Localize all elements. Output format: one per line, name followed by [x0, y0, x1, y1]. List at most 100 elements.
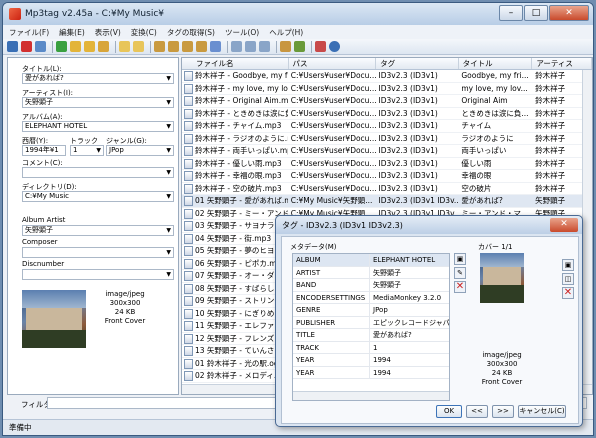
next-button[interactable]: >>	[492, 405, 514, 418]
dialog-body: メタデータ(M) ALBUM ELEPHANT HOTEL ARTIST 矢野顕子 BA…	[281, 236, 579, 424]
metadata-value: 1994	[373, 356, 391, 364]
metadata-row[interactable]: YEAR 1994	[293, 366, 449, 379]
menu-help[interactable]: ヘルプ(H)	[269, 27, 303, 38]
help-icon[interactable]	[329, 41, 340, 52]
save-cover-icon[interactable]: ◫	[562, 273, 574, 285]
table-row[interactable]: 鈴木祥子 - 空の破片.mp3 C:¥Users¥user¥Docu... ID3v…	[182, 183, 592, 195]
audio-file-icon	[184, 121, 193, 131]
discogs-icon[interactable]	[280, 41, 291, 52]
save-icon[interactable]	[7, 41, 18, 52]
audio-file-icon	[184, 196, 193, 206]
maximize-button[interactable]: □	[524, 5, 548, 21]
musicbrainz-icon[interactable]	[294, 41, 305, 52]
tag-to-filename-icon[interactable]	[154, 41, 165, 52]
album-field[interactable]: ELEPHANT HOTEL ▼	[22, 121, 174, 132]
autonumber-icon[interactable]	[231, 41, 242, 52]
directory-field[interactable]: C:¥My Music ▼	[22, 191, 174, 202]
dialog-close-button[interactable]: ✕	[550, 218, 578, 232]
year-field[interactable]: 1994年¥1	[22, 145, 66, 156]
add-field-icon[interactable]: ▣	[454, 253, 466, 265]
genre-field[interactable]: JPop ▼	[106, 145, 174, 156]
chevron-down-icon: ▼	[166, 227, 171, 234]
cover-label: カバー 1/1	[478, 243, 513, 251]
menu-view[interactable]: 表示(V)	[95, 27, 121, 38]
comment-field[interactable]: ▼	[22, 167, 174, 178]
title-field[interactable]: 愛があれば? ▼	[22, 73, 174, 84]
ok-button[interactable]: OK	[436, 405, 462, 418]
col-path[interactable]: パス	[289, 58, 377, 69]
prev-button[interactable]: <<	[466, 405, 488, 418]
album-artist-label: Album Artist	[22, 216, 66, 224]
remove-tag-icon[interactable]	[21, 41, 32, 52]
table-row[interactable]: 鈴木祥子 - Goodbye, my frien...C:¥Users¥user…	[182, 70, 592, 83]
open-folder-icon[interactable]	[70, 41, 81, 52]
menu-file[interactable]: ファイル(F)	[9, 27, 49, 38]
file-list-scrollbar[interactable]	[582, 70, 592, 384]
metadata-row[interactable]: TITLE 愛があれば?	[293, 329, 449, 342]
edit-field-icon[interactable]: ✎	[454, 267, 466, 279]
metadata-row[interactable]: YEAR 1994	[293, 354, 449, 367]
table-cell: 05 矢野顕子 - 夢のヒヨコ.mp3	[194, 246, 288, 255]
metadata-row[interactable]: BAND 矢野顕子	[293, 279, 449, 292]
menu-bar: ファイル(F) 編集(E) 表示(V) 変換(C) タグの取得(S) ツール(O…	[3, 25, 593, 39]
export-icon[interactable]	[119, 41, 130, 52]
table-row[interactable]: 鈴木祥子 - Original Aim.mp3 C:¥Users¥user¥Doc…	[182, 95, 592, 108]
discnumber-field[interactable]: ▼	[22, 269, 174, 280]
col-filename[interactable]: ファイル名	[182, 58, 289, 69]
audio-file-icon	[184, 146, 193, 156]
composer-field[interactable]: ▼	[22, 247, 174, 258]
undo-icon[interactable]	[35, 41, 46, 52]
close-button[interactable]: ✕	[549, 5, 589, 21]
filename-to-tag-icon[interactable]	[168, 41, 179, 52]
album-artist-field[interactable]: 矢野顕子 ▼	[22, 225, 174, 236]
favorites-icon[interactable]	[98, 41, 109, 52]
freedb-icon[interactable]	[245, 41, 256, 52]
metadata-row[interactable]: ENCODERSETTINGS MediaMonkey 3.2.0	[293, 291, 449, 304]
table-row[interactable]: 鈴木祥子 - 両手いっぱい.mp3 C:¥Users¥user¥Docu... ID…	[182, 145, 592, 158]
col-artist[interactable]: アーティス	[532, 58, 592, 69]
text-to-tag-icon[interactable]	[182, 41, 193, 52]
table-row[interactable]: 鈴木祥子 - 幸福の眼.mp3 C:¥Users¥user¥Docu... ID3v…	[182, 170, 592, 183]
refresh-icon[interactable]	[56, 41, 67, 52]
menu-tag-sources[interactable]: タグの取得(S)	[167, 27, 215, 38]
menu-edit[interactable]: 編集(E)	[59, 27, 85, 38]
minimize-button[interactable]: –	[499, 5, 523, 21]
format-icon[interactable]	[210, 41, 221, 52]
col-title[interactable]: タイトル	[459, 58, 533, 69]
metadata-row[interactable]: GENRE JPop	[293, 304, 449, 317]
col-tag[interactable]: タグ	[376, 58, 459, 69]
options-icon[interactable]	[315, 41, 326, 52]
import-icon[interactable]	[133, 41, 144, 52]
metadata-hscrollbar[interactable]	[293, 391, 449, 400]
delete-field-icon[interactable]: ✕	[454, 281, 466, 293]
cancel-button[interactable]: キャンセル(C)	[518, 405, 566, 418]
metadata-row[interactable]: PUBLISHER エピックレコードジャパ	[293, 316, 449, 329]
table-row[interactable]: 鈴木祥子 - 優しい雨.mp3 C:¥Users¥user¥Docu... ID3v…	[182, 158, 592, 170]
toolbar	[3, 39, 593, 55]
dialog-cover-art[interactable]	[480, 253, 524, 303]
table-cell: C:¥My Music¥矢野顕...	[290, 196, 373, 205]
cover-art[interactable]	[22, 290, 86, 348]
table-row[interactable]: 鈴木祥子 - ラジオのように.mp3C:¥Users¥user¥Docu...I…	[182, 133, 592, 145]
amazon-icon[interactable]	[259, 41, 270, 52]
table-row[interactable]: 鈴木祥子 - my love, my love...C:¥Users¥user¥…	[182, 83, 592, 95]
add-folder-icon[interactable]	[84, 41, 95, 52]
metadata-row[interactable]: ALBUM ELEPHANT HOTEL	[293, 254, 449, 267]
tag-to-tag-icon[interactable]	[196, 41, 207, 52]
metadata-value: 1	[373, 343, 378, 352]
add-cover-icon[interactable]: ▣	[562, 259, 574, 271]
menu-tools[interactable]: ツール(O)	[225, 27, 259, 38]
audio-file-icon	[184, 333, 193, 344]
table-cell: 08 矢野顕子 - すばらしい...	[194, 283, 288, 293]
delete-cover-icon[interactable]: ✕	[562, 287, 574, 299]
menu-convert[interactable]: 変換(C)	[131, 27, 157, 38]
table-cell: 鈴木祥子 - チャイム.mp3	[194, 121, 282, 130]
track-field[interactable]: 1 ▼	[70, 145, 104, 156]
metadata-key: ALBUM	[293, 254, 371, 266]
table-row[interactable]: 鈴木祥子 - チャイム.mp3 C:¥Users¥user¥Docu... ID3v…	[182, 120, 592, 133]
table-row[interactable]: 鈴木祥子 - ときめきは涙に負け...C:¥Users¥user¥Docu...…	[182, 108, 592, 120]
metadata-row[interactable]: ARTIST 矢野顕子	[293, 266, 449, 279]
table-row[interactable]: 01 矢野顕子 - 愛があれば.mp3C:¥My Music¥矢野顕... ID3…	[182, 195, 592, 208]
metadata-row[interactable]: TRACK 1	[293, 341, 449, 354]
artist-field[interactable]: 矢野顕子 ▼	[22, 97, 174, 108]
